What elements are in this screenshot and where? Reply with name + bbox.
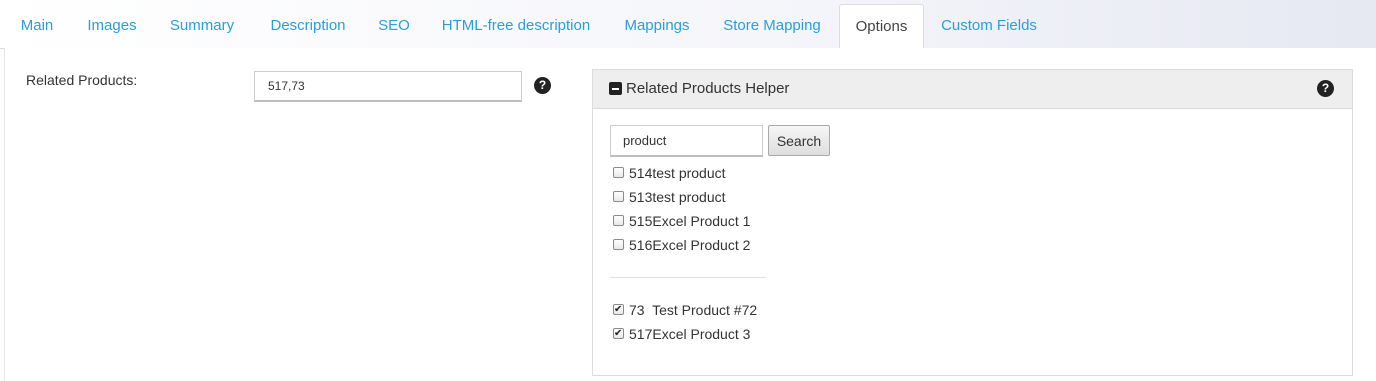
question-circle-icon[interactable]: ? [1317,80,1334,97]
minus-square-icon[interactable] [609,82,622,95]
tab-mappings[interactable]: Mappings [614,4,700,47]
question-circle-icon[interactable]: ? [534,77,551,94]
tab-images[interactable]: Images [78,4,146,47]
related-products-label: Related Products: [26,72,138,88]
selected-item-label: 73 Test Product #72 [629,302,758,318]
result-item-label: 514test product [629,165,726,181]
tab-html-free-description[interactable]: HTML-free description [430,4,602,47]
result-item-label: 515Excel Product 1 [629,213,751,229]
checkbox[interactable] [613,215,624,226]
tab-options[interactable]: Options [839,4,924,50]
checkbox[interactable] [613,239,624,250]
search-button[interactable]: Search [768,125,830,156]
checkbox[interactable] [613,167,624,178]
checkbox-checked[interactable] [613,300,624,320]
tab-store-mapping[interactable]: Store Mapping [712,4,832,47]
panel-title: Related Products Helper [626,80,790,97]
divider [610,277,766,278]
result-item-label: 516Excel Product 2 [629,237,751,253]
panel-header[interactable]: Related Products Helper ? [593,70,1352,109]
helper-search-input[interactable] [610,125,763,157]
related-products-helper-panel: Related Products Helper ? Search 514test… [592,69,1353,376]
tab-custom-fields[interactable]: Custom Fields [930,4,1048,47]
tab-summary[interactable]: Summary [158,4,246,47]
related-products-input[interactable] [254,71,522,102]
selected-item-label: 517Excel Product 3 [629,326,751,342]
tab-seo[interactable]: SEO [370,4,418,47]
tab-description[interactable]: Description [258,4,358,47]
tab-main[interactable]: Main [8,4,66,47]
result-item-label: 513test product [629,189,726,205]
checkbox-checked[interactable] [613,324,624,344]
checkbox[interactable] [613,191,624,202]
tab-bar: Main Images Summary Description SEO HTML… [0,0,1376,50]
